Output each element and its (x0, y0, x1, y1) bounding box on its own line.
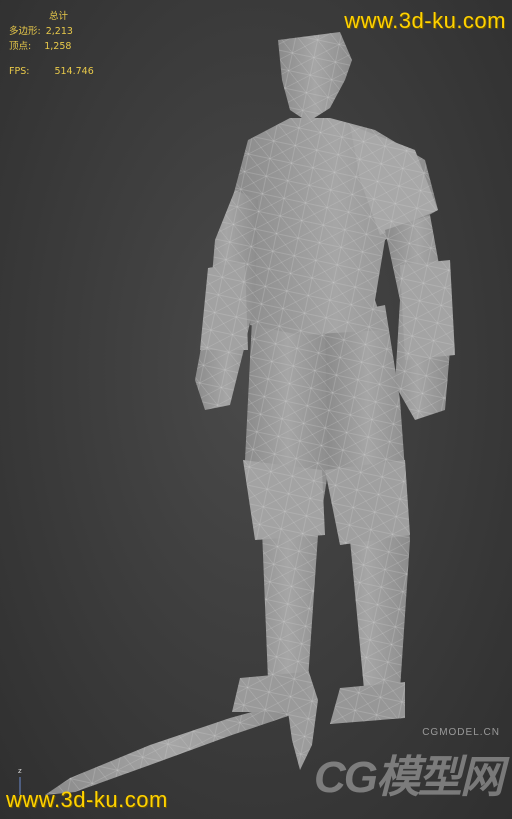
logo-caption: CGMODEL.CN (422, 727, 500, 738)
fps-value: 514.746 (54, 66, 94, 77)
character-model-wireframe[interactable] (0, 0, 512, 819)
cgmodel-logo: CGMODEL.CN CG模型网 (314, 727, 504, 805)
legs-mesh (232, 305, 410, 724)
vertex-count-label: 顶点: (9, 41, 32, 52)
fps-row: FPS: 514.746 (9, 64, 94, 79)
3d-viewport[interactable]: 总计 多边形: 2,213 顶点: 1,258 FPS: 514.746 www… (0, 0, 512, 819)
head-mesh (278, 32, 352, 122)
polygon-count-row: 多边形: 2,213 (9, 24, 94, 39)
vertex-count-value: 1,258 (44, 41, 72, 52)
stats-title: 总计 (49, 11, 69, 22)
vertex-count-row: 顶点: 1,258 (9, 39, 94, 54)
logo-mark: CG模型网 (314, 753, 504, 802)
viewport-statistics: 总计 多边形: 2,213 顶点: 1,258 FPS: 514.746 (9, 9, 94, 79)
watermark-bottom: www.3d-ku.com (6, 787, 168, 812)
z-axis-label: z (18, 767, 22, 775)
fps-label: FPS: (9, 66, 30, 77)
watermark-top: www.3d-ku.com (344, 8, 506, 33)
polygon-count-value: 2,213 (45, 26, 73, 37)
polygon-count-label: 多边形: (9, 26, 41, 37)
